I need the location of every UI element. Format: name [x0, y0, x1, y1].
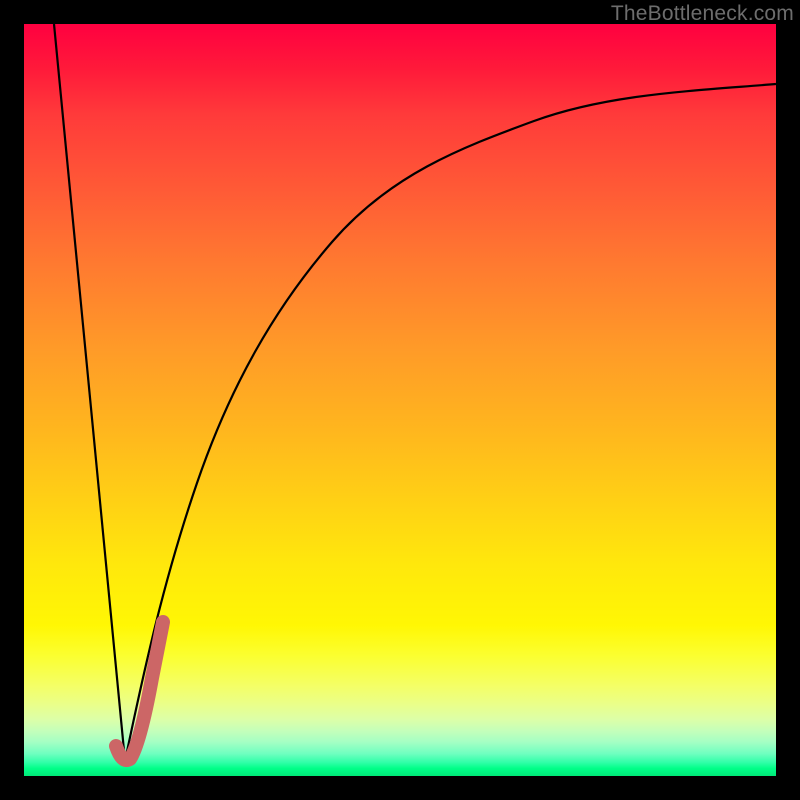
chart-stage: TheBottleneck.com [0, 0, 800, 800]
curve-right-limb [125, 84, 776, 761]
plot-area [24, 24, 776, 776]
watermark-text: TheBottleneck.com [611, 2, 794, 26]
curves-layer [24, 24, 776, 776]
curve-left-limb [54, 24, 125, 761]
